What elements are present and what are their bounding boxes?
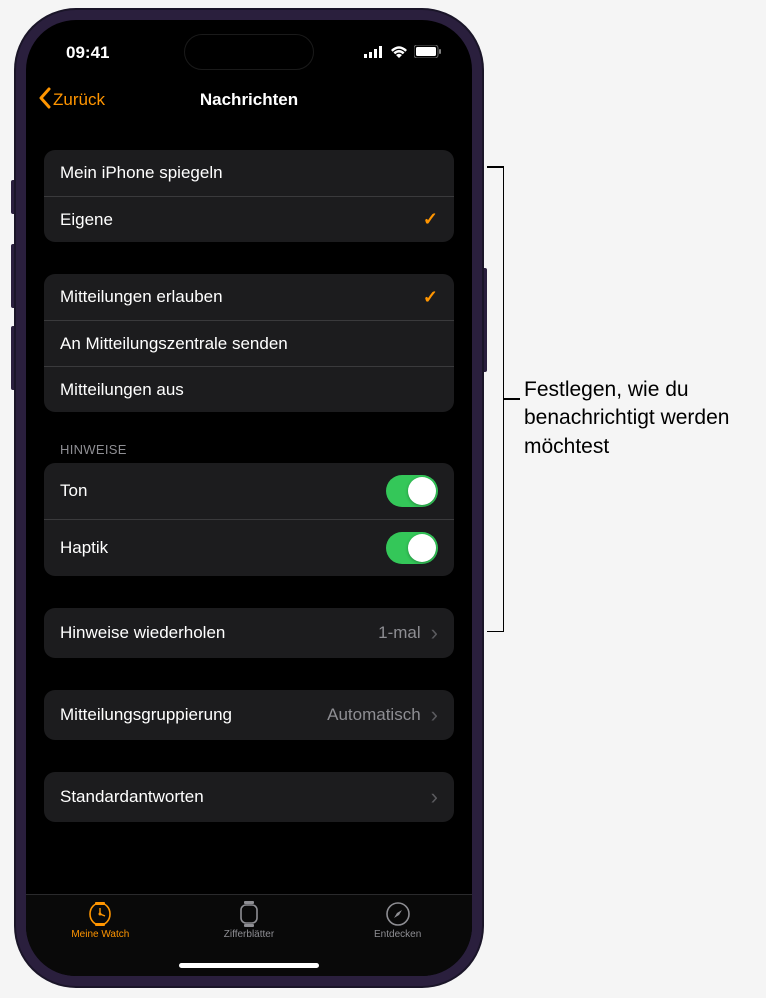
callout-tick <box>504 398 520 400</box>
watch-face-icon <box>238 901 260 927</box>
notification-grouping-row[interactable]: Mitteilungsgruppierung Automatisch › <box>44 690 454 740</box>
alerts-section: Ton Haptik <box>44 463 454 576</box>
chevron-right-icon: › <box>431 784 438 810</box>
tab-discover[interactable]: Entdecken <box>324 901 471 940</box>
allow-notifications-row[interactable]: Mitteilungen erlauben ✓ <box>44 274 454 320</box>
callout-bracket <box>488 166 504 632</box>
row-value: 1-mal <box>378 623 421 643</box>
status-time: 09:41 <box>66 43 109 63</box>
mirror-section: Mein iPhone spiegeln Eigene ✓ <box>44 150 454 242</box>
settings-content: Mein iPhone spiegeln Eigene ✓ Mitteilung… <box>26 122 472 894</box>
row-label: Ton <box>60 481 87 501</box>
haptic-row: Haptik <box>44 519 454 576</box>
tab-label: Zifferblätter <box>224 929 274 940</box>
page-title: Nachrichten <box>200 90 298 110</box>
repeat-alerts-row[interactable]: Hinweise wiederholen 1-mal › <box>44 608 454 658</box>
row-label: Hinweise wiederholen <box>60 623 225 643</box>
watch-icon <box>85 901 115 927</box>
tab-my-watch[interactable]: Meine Watch <box>27 901 174 940</box>
chevron-left-icon <box>38 87 51 114</box>
custom-row[interactable]: Eigene ✓ <box>44 196 454 242</box>
phone-screen: 09:41 Zurück Nachrichten <box>26 20 472 976</box>
row-label: Eigene <box>60 210 113 230</box>
dynamic-island <box>184 34 314 70</box>
battery-icon <box>414 43 442 63</box>
cellular-icon <box>364 43 384 63</box>
sound-toggle[interactable] <box>386 475 438 507</box>
send-to-center-row[interactable]: An Mitteilungszentrale senden <box>44 320 454 366</box>
row-value: Automatisch <box>327 705 421 725</box>
default-replies-section: Standardantworten › <box>44 772 454 822</box>
tab-watch-faces[interactable]: Zifferblätter <box>175 901 322 940</box>
home-indicator[interactable] <box>179 963 319 968</box>
grouping-section: Mitteilungsgruppierung Automatisch › <box>44 690 454 740</box>
back-button[interactable]: Zurück <box>38 87 105 114</box>
notifications-off-row[interactable]: Mitteilungen aus <box>44 366 454 412</box>
row-label: Standardantworten <box>60 787 204 807</box>
default-replies-row[interactable]: Standardantworten › <box>44 772 454 822</box>
chevron-right-icon: › <box>431 620 438 646</box>
back-label: Zurück <box>53 90 105 110</box>
wifi-icon <box>390 43 408 63</box>
row-label: Mitteilungsgruppierung <box>60 705 232 725</box>
tab-label: Entdecken <box>374 929 421 940</box>
row-label: Mitteilungen erlauben <box>60 287 223 307</box>
navigation-bar: Zurück Nachrichten <box>26 78 472 122</box>
row-label: Mitteilungen aus <box>60 380 184 400</box>
sound-row: Ton <box>44 463 454 519</box>
haptic-toggle[interactable] <box>386 532 438 564</box>
checkmark-icon: ✓ <box>423 287 438 308</box>
callout-text: Festlegen, wie du benachrichtigt werden … <box>524 376 754 461</box>
compass-icon <box>386 901 410 927</box>
notifications-section: Mitteilungen erlauben ✓ An Mitteilungsze… <box>44 274 454 412</box>
chevron-right-icon: › <box>431 702 438 728</box>
phone-frame: 09:41 Zurück Nachrichten <box>16 10 482 986</box>
repeat-section: Hinweise wiederholen 1-mal › <box>44 608 454 658</box>
row-label: Mein iPhone spiegeln <box>60 163 223 183</box>
mirror-iphone-row[interactable]: Mein iPhone spiegeln <box>44 150 454 196</box>
checkmark-icon: ✓ <box>423 209 438 230</box>
row-label: An Mitteilungszentrale senden <box>60 334 288 354</box>
alerts-header: Hinweise <box>44 442 454 463</box>
row-label: Haptik <box>60 538 108 558</box>
tab-label: Meine Watch <box>71 929 129 940</box>
